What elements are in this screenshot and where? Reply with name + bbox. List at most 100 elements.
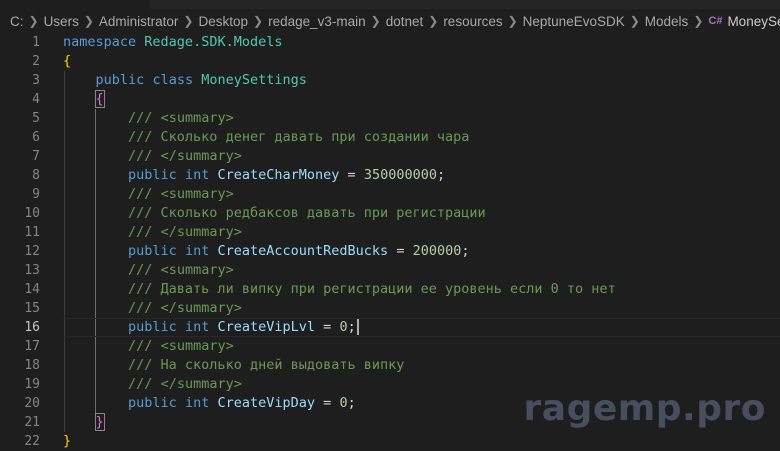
comment-text: /// На сколько дней выдовать випку [128,357,405,373]
breadcrumb-users[interactable]: Users [44,14,79,29]
breadcrumb: C: ❯ Users ❯ Administrator ❯ Desktop ❯ r… [0,9,780,33]
line-number-gutter: 1 2 3 4 5 6 7 8 9 10 11 12 13 14 15 16 1… [0,33,40,451]
doc-comment-slashes: /// [128,338,153,354]
keyword-token: public [128,319,177,335]
code-line-5: /// <summary> [63,109,780,128]
line-number: 11 [24,225,40,240]
csharp-file-icon: C# [708,15,723,27]
line-number: 18 [24,358,40,373]
keyword-token: public [128,243,177,259]
chevron-right-icon: ❯ [428,14,439,28]
chevron-right-icon: ❯ [83,14,94,28]
chevron-right-icon: ❯ [253,14,264,28]
doc-comment-tag: <summary> [160,338,234,354]
brace-token: } [63,433,72,449]
line-number: 3 [32,73,40,88]
code-line-16-current: public int CreateVipLvl = 0; [63,318,780,337]
line-number: 10 [24,206,40,221]
code-line-1: namespace Redage.SDK.Models [63,33,780,52]
line-number: 14 [24,282,40,297]
code-line-4: { [63,90,780,109]
breadcrumb-dotnet[interactable]: dotnet [386,14,424,29]
doc-comment-slashes: /// [128,300,153,316]
text-cursor [356,319,359,335]
keyword-token: int [184,395,210,411]
line-number: 5 [32,111,40,126]
code-line-22: } [63,432,780,451]
code-line-8: public int CreateCharMoney = 350000000; [63,166,780,185]
breadcrumb-neptuneevosdk[interactable]: NeptuneEvoSDK [523,14,625,29]
chevron-right-icon: ❯ [183,14,194,28]
doc-comment-tag: </summary> [160,224,242,240]
keyword-token: public [95,72,145,88]
property-name-token: CreateCharMoney [217,167,340,183]
number-token: 200000 [412,243,462,259]
line-number: 8 [32,168,40,183]
breadcrumb-models[interactable]: Models [645,14,689,29]
doc-comment-slashes: /// [128,186,153,202]
code-line-13: /// <summary> [63,261,780,280]
line-number: 9 [32,187,40,202]
matched-brace-token: { [94,90,105,108]
chevron-right-icon: ❯ [693,14,704,28]
active-editor-tab[interactable] [0,0,150,9]
code-line-11: /// </summary> [63,223,780,242]
code-line-14: /// Давать ли випку при регистрации ее у… [63,280,780,299]
brace-token: { [63,53,72,69]
breadcrumb-drive[interactable]: C: [10,14,24,29]
comment-text: /// Сколько редбаксов давать при регистр… [128,205,486,221]
semicolon-token: ; [436,167,446,183]
namespace-token: Redage.SDK.Models [144,34,283,50]
chevron-right-icon: ❯ [28,14,39,28]
doc-comment-tag: </summary> [160,148,242,164]
doc-comment-tag: <summary> [160,262,234,278]
doc-comment-slashes: /// [128,262,153,278]
line-number: 22 [24,434,40,449]
chevron-right-icon: ❯ [507,14,518,28]
editor-tab-strip [0,0,780,9]
breadcrumb-desktop[interactable]: Desktop [198,14,248,29]
code-line-3: public class MoneySettings [63,71,780,90]
operator-token: = [323,319,332,335]
comment-text: /// Давать ли випку при регистрации ее у… [128,281,616,297]
line-number: 2 [32,54,40,69]
semicolon-token: ; [347,319,356,335]
code-line-15: /// </summary> [63,299,780,318]
line-number: 1 [32,35,40,50]
breadcrumb-administrator[interactable]: Administrator [99,14,179,29]
line-number: 4 [32,92,40,107]
operator-token: = [347,167,356,183]
breadcrumb-redage-v3-main[interactable]: redage_v3-main [268,14,366,29]
keyword-token: int [184,243,210,259]
line-number-active: 16 [24,320,40,335]
semicolon-token: ; [461,243,470,259]
breadcrumb-resources[interactable]: resources [443,14,502,29]
line-number: 19 [24,377,40,392]
chevron-right-icon: ❯ [629,14,640,28]
number-token: 350000000 [363,167,437,183]
keyword-token: int [184,167,210,183]
doc-comment-tag: <summary> [160,186,234,202]
keyword-token: int [184,319,210,335]
doc-comment-tag: </summary> [160,376,242,392]
doc-comment-slashes: /// [128,148,153,164]
code-line-7: /// </summary> [63,147,780,166]
breadcrumb-file[interactable]: MoneySettings.cs [727,14,780,29]
line-number: 12 [24,244,40,259]
line-number: 6 [32,130,40,145]
number-token: 0 [339,319,348,335]
line-number: 20 [24,396,40,411]
code-editor[interactable]: 1 2 3 4 5 6 7 8 9 10 11 12 13 14 15 16 1… [0,33,780,449]
property-name-token: CreateAccountRedBucks [217,243,389,259]
code-line-12: public int CreateAccountRedBucks = 20000… [63,242,780,261]
doc-comment-tag: <summary> [160,110,234,126]
line-number: 21 [24,415,40,430]
code-line-10: /// Сколько редбаксов давать при регистр… [63,204,780,223]
doc-comment-slashes: /// [128,110,153,126]
number-token: 0 [339,395,348,411]
line-number: 7 [32,149,40,164]
keyword-token: public [128,167,177,183]
property-name-token: CreateVipDay [217,395,316,411]
code-line-18: /// На сколько дней выдовать випку [63,356,780,375]
code-line-2: { [63,52,780,71]
